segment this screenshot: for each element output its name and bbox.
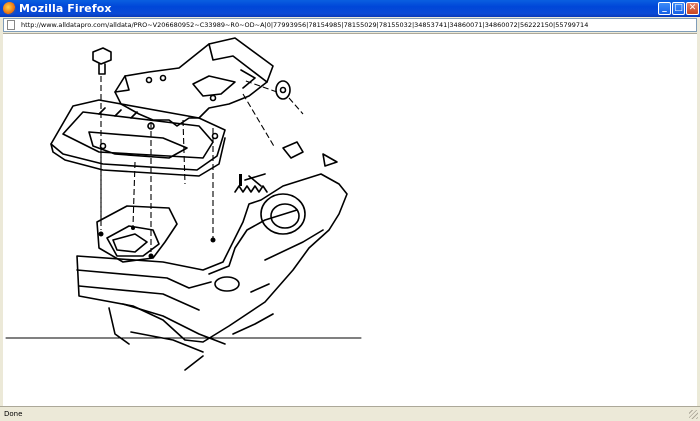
minimize-button[interactable]: _ bbox=[658, 2, 671, 15]
status-bar: Done bbox=[0, 406, 700, 421]
maximize-button[interactable]: □ bbox=[672, 2, 685, 15]
window-title: Mozilla Firefox bbox=[19, 2, 112, 15]
parts-diagram bbox=[5, 37, 362, 371]
title-bar[interactable]: Mozilla Firefox _ □ ✕ bbox=[0, 0, 700, 17]
close-button[interactable]: ✕ bbox=[686, 2, 699, 15]
nut bbox=[275, 80, 291, 100]
page-icon bbox=[7, 20, 15, 30]
direction-arrow bbox=[322, 153, 338, 167]
bolt bbox=[92, 47, 112, 65]
status-text: Done bbox=[4, 410, 23, 418]
lower-bracket bbox=[96, 205, 178, 263]
battery-tray bbox=[50, 99, 226, 171]
url-text[interactable]: http://www.alldatapro.com/alldata/PRO~V2… bbox=[21, 19, 588, 31]
resize-grip-icon[interactable] bbox=[689, 410, 698, 419]
address-field[interactable]: http://www.alldatapro.com/alldata/PRO~V2… bbox=[3, 18, 697, 32]
page-content[interactable] bbox=[3, 33, 697, 406]
firefox-icon bbox=[3, 2, 16, 15]
